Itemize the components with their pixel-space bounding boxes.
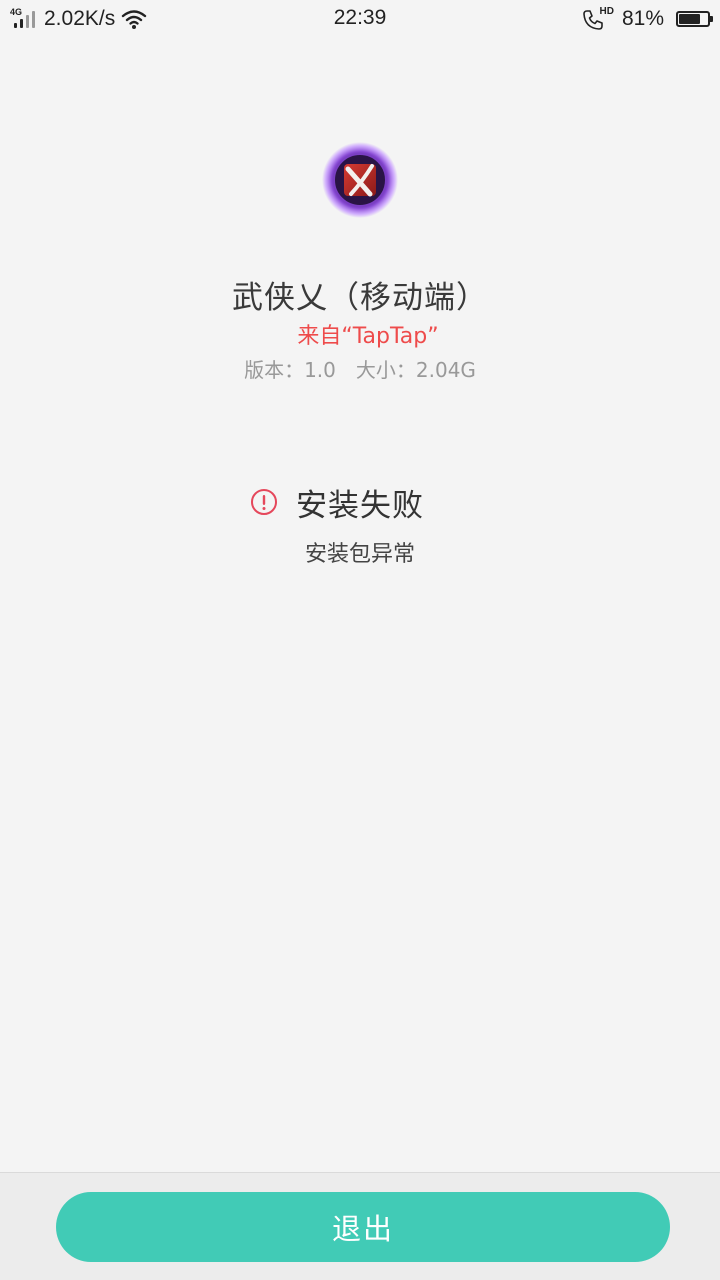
app-meta: 版本：1.0 大小：2.04G (0, 354, 720, 383)
hd-call-icon: HD (582, 7, 614, 31)
app-version: 版本：1.0 (244, 358, 336, 382)
battery-percent: 81% (621, 7, 664, 30)
wuxia-yi-app-icon (322, 142, 398, 218)
status-bar: 4G 2.02K/s 22:39 HD 81% (0, 0, 720, 38)
install-status: 安装失败 (250, 482, 424, 524)
bottom-action-bar: 退出 (0, 1172, 720, 1280)
battery-fill (679, 14, 700, 24)
error-circle-icon (251, 489, 277, 515)
app-name: 武侠乂（移动端） (232, 280, 488, 316)
app-source: 来自“TapTap” (297, 324, 439, 349)
app-size: 大小：2.04G (355, 358, 476, 382)
status-bar-right: HD 81% (582, 6, 713, 32)
install-status-description: 安装包异常 (304, 542, 415, 567)
exit-button[interactable]: 退出 (56, 1192, 670, 1262)
install-status-title: 安装失败 (296, 487, 424, 524)
hd-badge: HD (599, 6, 614, 17)
battery-icon (676, 11, 713, 27)
